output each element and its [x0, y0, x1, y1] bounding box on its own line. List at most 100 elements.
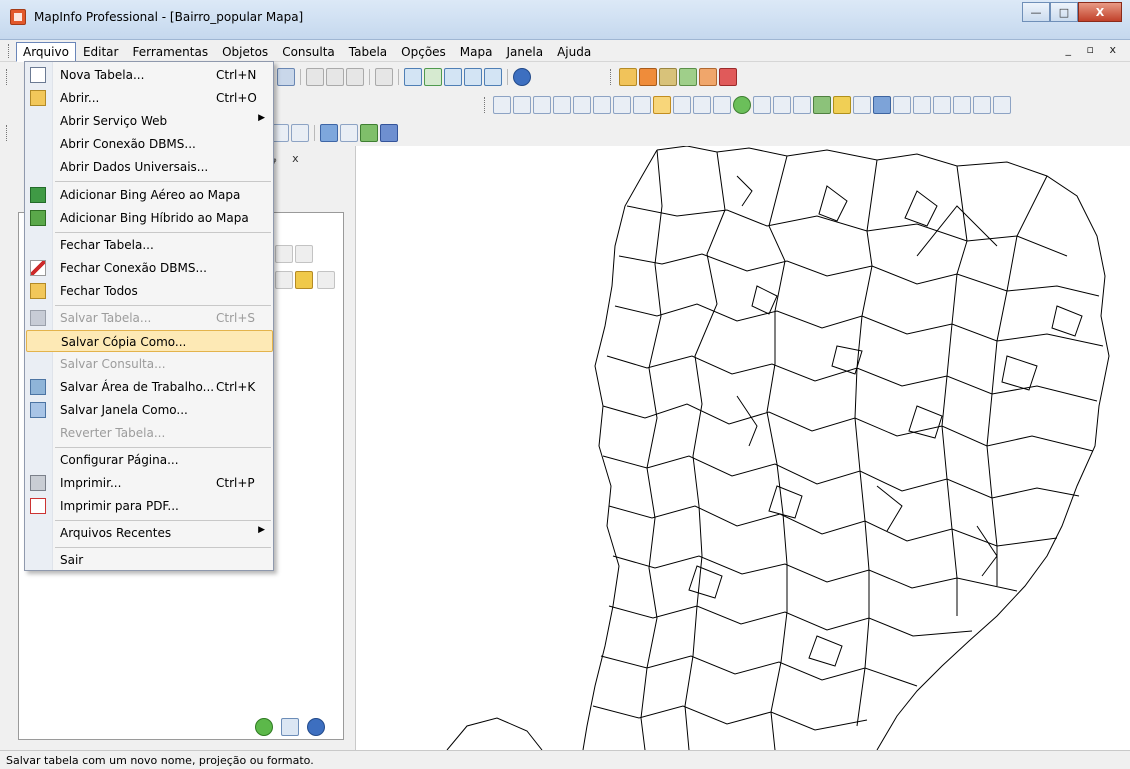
menu-item-bing-hibrido[interactable]: Adicionar Bing Híbrido ao Mapa — [26, 207, 273, 229]
menu-item-abrir-dados-universais[interactable]: Abrir Dados Universais... — [26, 156, 273, 178]
layer-label-icon[interactable] — [317, 271, 335, 289]
menu-objetos[interactable]: Objetos — [215, 42, 275, 62]
symbol-style-icon[interactable] — [320, 124, 338, 142]
clip-region-icon[interactable] — [893, 96, 911, 114]
menu-item-sair[interactable]: Sair — [26, 549, 273, 571]
menu-tabela[interactable]: Tabela — [342, 42, 394, 62]
menu-item-abrir[interactable]: Abrir... Ctrl+O — [26, 87, 273, 109]
copy-icon[interactable] — [326, 68, 344, 86]
marquee-select-icon[interactable] — [513, 96, 531, 114]
undo-icon[interactable] — [375, 68, 393, 86]
refresh-icon[interactable] — [255, 718, 273, 736]
set-target-icon[interactable] — [913, 96, 931, 114]
region-style-icon[interactable] — [360, 124, 378, 142]
statistics-icon[interactable] — [873, 96, 891, 114]
new-table-icon — [30, 67, 46, 83]
paste-icon[interactable] — [346, 68, 364, 86]
tool-catalog-icon[interactable] — [639, 68, 657, 86]
legend-icon[interactable] — [853, 96, 871, 114]
menu-editar[interactable]: Editar — [76, 42, 126, 62]
grabber-hand-icon[interactable] — [713, 96, 731, 114]
menu-arquivo[interactable]: Arquivo — [16, 42, 76, 62]
menu-opcoes[interactable]: Opções — [394, 42, 453, 62]
menu-item-fechar-conexao-dbms[interactable]: Fechar Conexão DBMS... — [26, 257, 273, 279]
tool-run-icon[interactable] — [659, 68, 677, 86]
menu-mapa[interactable]: Mapa — [453, 42, 500, 62]
menu-item-nova-tabela[interactable]: Nova Tabela... Ctrl+N — [26, 64, 273, 86]
tool-manager-icon[interactable] — [619, 68, 637, 86]
minimize-button[interactable]: — — [1022, 2, 1050, 22]
info-tool-icon[interactable] — [733, 96, 751, 114]
help-icon[interactable] — [513, 68, 531, 86]
cut-icon[interactable] — [306, 68, 324, 86]
menu-item-salvar-area-trabalho[interactable]: Salvar Área de Trabalho... Ctrl+K — [26, 376, 273, 398]
menu-item-salvar-janela-como[interactable]: Salvar Janela Como... — [26, 399, 273, 421]
menubar-grip[interactable] — [8, 44, 11, 58]
maximize-button[interactable]: □ — [1050, 2, 1078, 22]
layer-options-icon[interactable] — [281, 718, 299, 736]
new-layout-icon[interactable] — [464, 68, 482, 86]
layer-properties-icon[interactable] — [275, 245, 293, 263]
title-bar: MapInfo Professional - [Bairro_popular M… — [0, 0, 1130, 40]
layer-control-icon[interactable] — [813, 96, 831, 114]
hotlink-icon[interactable] — [793, 96, 811, 114]
new-browser-icon[interactable] — [404, 68, 422, 86]
new-mapper-icon[interactable] — [424, 68, 442, 86]
toolbar-grip[interactable] — [610, 69, 613, 85]
panel-pin-close-controls[interactable]: ᵩ x — [272, 152, 305, 165]
zoom-out-icon[interactable] — [673, 96, 691, 114]
layer-add-icon[interactable] — [295, 245, 313, 263]
boundary-select-icon[interactable] — [573, 96, 591, 114]
panel-help-icon[interactable] — [307, 718, 325, 736]
zoom-in-icon[interactable] — [653, 96, 671, 114]
menu-consulta[interactable]: Consulta — [275, 42, 342, 62]
tool-pen-icon[interactable] — [719, 68, 737, 86]
menu-label: Arquivos Recentes — [60, 526, 172, 540]
menu-item-configurar-pagina[interactable]: Configurar Página... — [26, 449, 273, 471]
menu-janela[interactable]: Janela — [499, 42, 550, 62]
toolbar-grip[interactable] — [484, 97, 487, 113]
menu-item-fechar-tabela[interactable]: Fechar Tabela... — [26, 234, 273, 256]
map-options-icon[interactable] — [933, 96, 951, 114]
toolbar-grip[interactable] — [6, 69, 9, 85]
layer-up-icon[interactable] — [973, 96, 991, 114]
tool-wizard-icon[interactable] — [699, 68, 717, 86]
save-workspace-icon[interactable] — [277, 68, 295, 86]
map-canvas[interactable] — [357, 146, 1130, 750]
invert-select-icon[interactable] — [613, 96, 631, 114]
change-view-icon[interactable] — [693, 96, 711, 114]
label-tool-icon[interactable] — [753, 96, 771, 114]
menu-item-salvar-copia-como[interactable]: Salvar Cópia Como... — [26, 330, 273, 352]
tool-gear-icon[interactable] — [679, 68, 697, 86]
mdi-window-controls[interactable]: _ ▫ x — [1066, 43, 1122, 56]
add-node-icon[interactable] — [291, 124, 309, 142]
polygon-select-icon[interactable] — [553, 96, 571, 114]
menu-ferramentas[interactable]: Ferramentas — [125, 42, 215, 62]
drag-window-icon[interactable] — [773, 96, 791, 114]
menu-item-bing-aereo[interactable]: Adicionar Bing Aéreo ao Mapa — [26, 184, 273, 206]
close-button[interactable]: X — [1078, 2, 1122, 22]
text-style-icon[interactable] — [380, 124, 398, 142]
menu-item-salvar-consulta: Salvar Consulta... — [26, 353, 273, 375]
menu-item-imprimir[interactable]: Imprimir... Ctrl+P — [26, 472, 273, 494]
graph-select-icon[interactable] — [633, 96, 651, 114]
toolbar-grip[interactable] — [6, 125, 9, 141]
layer-new-icon[interactable] — [295, 271, 313, 289]
browser-window-icon[interactable] — [993, 96, 1011, 114]
menu-item-abrir-conexao-dbms[interactable]: Abrir Conexão DBMS... — [26, 133, 273, 155]
map-window[interactable] — [357, 146, 1130, 750]
unselect-icon[interactable] — [593, 96, 611, 114]
menu-item-abrir-servico-web[interactable]: Abrir Serviço Web ▶ — [26, 110, 273, 132]
menu-item-imprimir-pdf[interactable]: Imprimir para PDF... — [26, 495, 273, 517]
line-style-icon[interactable] — [340, 124, 358, 142]
ruler-icon[interactable] — [833, 96, 851, 114]
new-redistrict-icon[interactable] — [484, 68, 502, 86]
layer-down-icon[interactable] — [953, 96, 971, 114]
new-grapher-icon[interactable] — [444, 68, 462, 86]
menu-item-arquivos-recentes[interactable]: Arquivos Recentes ▶ — [26, 522, 273, 544]
select-arrow-icon[interactable] — [493, 96, 511, 114]
radius-select-icon[interactable] — [533, 96, 551, 114]
menu-ajuda[interactable]: Ajuda — [550, 42, 598, 62]
layer-style-icon[interactable] — [275, 271, 293, 289]
menu-item-fechar-todos[interactable]: Fechar Todos — [26, 280, 273, 302]
